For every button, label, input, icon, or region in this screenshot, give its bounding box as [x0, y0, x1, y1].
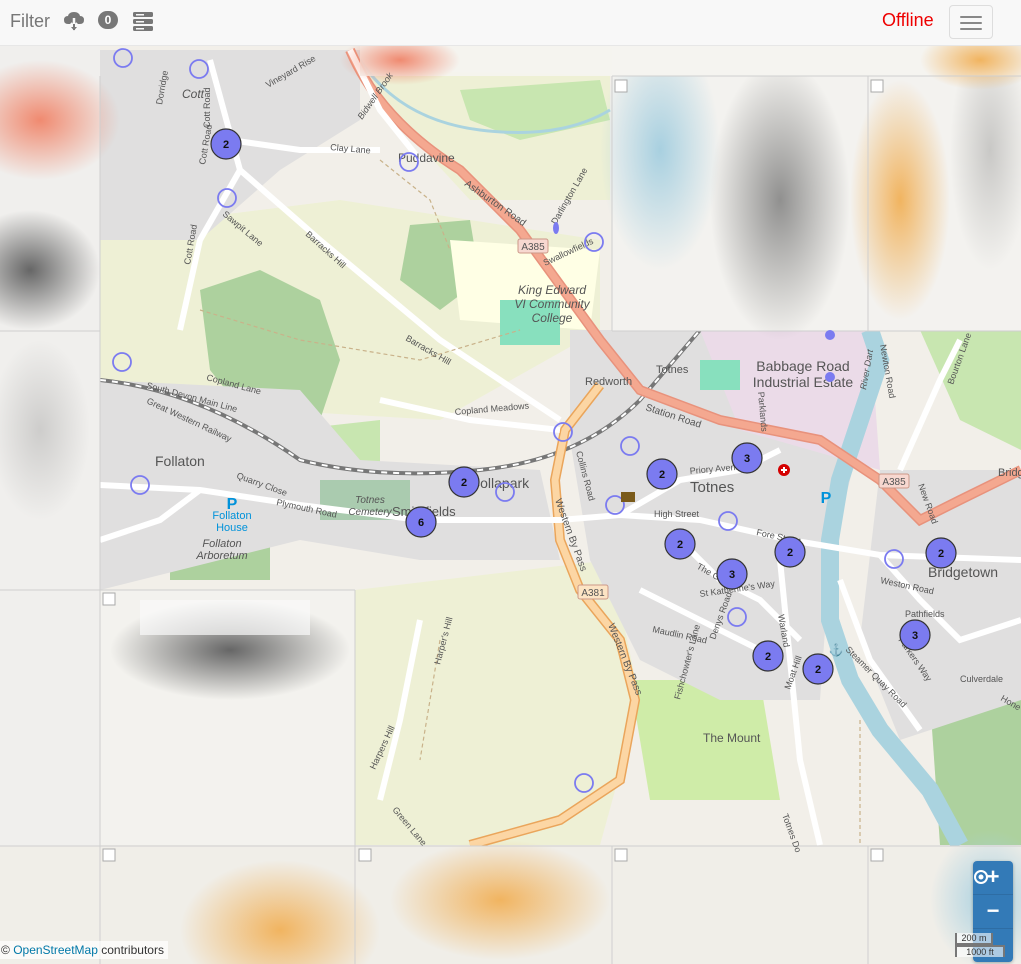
cluster-marker[interactable]: 2 [925, 537, 957, 569]
label-high-street: High Street [654, 509, 700, 519]
a381-shield: A381 [581, 588, 605, 599]
label-follaton: Follaton [155, 453, 205, 469]
castle-icon [621, 492, 635, 502]
farmland [355, 560, 640, 845]
attribution-text: contributors [101, 943, 164, 957]
cluster-count: 2 [677, 539, 683, 551]
cluster-count: 2 [815, 664, 821, 676]
cluster-count: 2 [659, 469, 665, 481]
tile-blur [850, 80, 950, 320]
station-marker [825, 372, 835, 382]
tile-blur [710, 60, 850, 340]
offline-status: Offline [882, 10, 934, 30]
label-college: VI Community [514, 297, 590, 311]
tile-blur [140, 600, 310, 635]
cloud-download-icon[interactable] [63, 11, 85, 36]
cluster-marker[interactable]: 3 [716, 558, 748, 590]
scale-imperial: 1000 ft [955, 945, 1005, 957]
station-marker [825, 330, 835, 340]
label-totnes-station: Totnes [656, 364, 689, 376]
label-totnes: Totnes [690, 479, 734, 496]
cluster-marker[interactable]: 3 [731, 442, 763, 474]
cluster-count: 2 [461, 477, 467, 489]
label-redworth: Redworth [585, 376, 632, 388]
map-attribution: © OpenStreetMap contributors [0, 941, 168, 959]
a385-shield: A385 [521, 242, 545, 253]
a385-shield: A385 [882, 477, 906, 488]
label-industrial-estate: Babbage Road [756, 358, 849, 374]
label-cott-road: Cott Road [202, 87, 212, 128]
map-canvas[interactable]: A385 A385 A381 Cott Puddavine King Edwar… [0, 46, 1021, 964]
parking-icon: P [227, 496, 238, 513]
cluster-marker[interactable]: 2 [646, 458, 678, 490]
cluster-count: 6 [418, 517, 424, 529]
hamburger-icon-bar [960, 22, 982, 24]
cluster-marker[interactable]: 2 [752, 640, 784, 672]
label-pathfields: Pathfields [905, 609, 945, 619]
cluster-marker[interactable]: 2 [210, 128, 242, 160]
anchor-icon: ⚓ [829, 643, 844, 657]
cluster-marker[interactable]: 6 [405, 506, 437, 538]
scale-metric: 200 m [955, 933, 993, 945]
parking-icon: P [821, 490, 832, 507]
zoom-out-button[interactable]: − [973, 895, 1013, 929]
label-arboretum: Arboretum [195, 550, 247, 562]
label-follaton-house: House [216, 522, 248, 534]
navbar: Filter 0 Offline [0, 0, 1021, 46]
cluster-count: 3 [729, 569, 735, 581]
label-bridge: Bridge [998, 467, 1021, 479]
cluster-marker[interactable]: 2 [448, 466, 480, 498]
label-college: King Edward [518, 283, 586, 297]
cluster-count: 3 [912, 630, 918, 642]
map-view[interactable]: A385 A385 A381 Cott Puddavine King Edwar… [0, 46, 1021, 964]
label-cemetery: Cemetery [348, 507, 392, 518]
tile-blur [390, 840, 610, 960]
cluster-marker[interactable]: 2 [774, 536, 806, 568]
cluster-marker[interactable]: 2 [802, 653, 834, 685]
stacked-bars-icon[interactable] [133, 11, 153, 36]
locate-icon [974, 870, 988, 884]
label-industrial-estate: Industrial Estate [753, 374, 854, 390]
label-cemetery: Totnes [355, 495, 385, 506]
cluster-marker[interactable]: 3 [899, 619, 931, 651]
sports-pitch [700, 360, 740, 390]
pending-count-badge[interactable]: 0 [98, 11, 118, 29]
hamburger-icon-bar [960, 28, 982, 30]
hamburger-icon [960, 16, 982, 18]
label-college: College [532, 311, 573, 325]
cluster-count: 3 [744, 453, 750, 465]
copyright-symbol: © [1, 943, 10, 957]
label-arboretum: Follaton [202, 538, 241, 550]
cluster-count: 2 [223, 139, 229, 151]
openstreetmap-link[interactable]: OpenStreetMap [13, 943, 98, 957]
menu-toggle-button[interactable] [949, 5, 993, 39]
cluster-marker[interactable]: 2 [664, 528, 696, 560]
cluster-count: 2 [938, 548, 944, 560]
label-the-mount: The Mount [703, 731, 761, 745]
label-culverdale: Culverdale [960, 674, 1003, 684]
marker-pin [553, 222, 559, 234]
filter-button[interactable]: Filter [10, 11, 50, 32]
cluster-count: 2 [787, 547, 793, 559]
cluster-count: 2 [765, 651, 771, 663]
